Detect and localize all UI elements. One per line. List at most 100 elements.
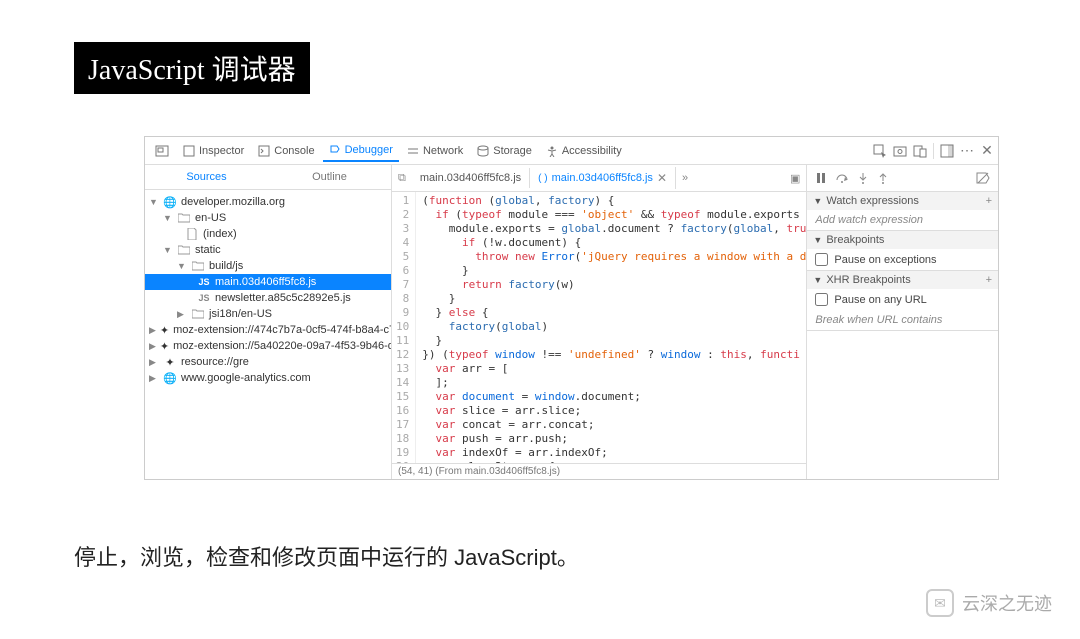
extension-icon: ✦ xyxy=(163,356,177,368)
tree-label: jsi18n/en-US xyxy=(209,308,272,320)
tab-network[interactable]: Network xyxy=(401,141,469,161)
dock-icon[interactable] xyxy=(940,144,954,158)
xhr-header[interactable]: ▼ XHR Breakpoints + xyxy=(807,271,998,289)
xhr-placeholder[interactable]: Break when URL contains xyxy=(807,310,998,330)
tree-file-index[interactable]: (index) xyxy=(145,226,391,242)
step-over-icon[interactable] xyxy=(835,172,849,184)
more-icon[interactable]: ⋯ xyxy=(960,144,974,158)
watch-header[interactable]: ▼ Watch expressions + xyxy=(807,192,998,210)
chevron-down-icon: ▼ xyxy=(813,235,822,245)
tree-label: www.google-analytics.com xyxy=(181,372,311,384)
file-tab-1[interactable]: main.03d406ff5fc8.js xyxy=(412,168,530,188)
step-in-icon[interactable] xyxy=(857,172,869,184)
file-tab-label: main.03d406ff5fc8.js xyxy=(552,172,653,184)
chevron-down-icon: ▼ xyxy=(813,196,822,206)
outline-tab[interactable]: Outline xyxy=(268,165,391,189)
screenshot-icon[interactable] xyxy=(893,144,907,158)
folder-icon xyxy=(177,212,191,224)
breakpoints-label: Breakpoints xyxy=(826,234,884,246)
sources-tree[interactable]: ▼🌐developer.mozilla.org ▼en-US (index) ▼… xyxy=(145,190,391,479)
pause-exceptions-label: Pause on exceptions xyxy=(834,254,936,266)
tree-label: newsletter.a85c5c2892e5.js xyxy=(215,292,351,304)
code-editor[interactable]: 123456789101112131415161718192021222324 … xyxy=(392,192,806,463)
devtools-toolbar: Inspector Console Debugger Network Stora… xyxy=(145,137,998,165)
tab-overflow-icon[interactable]: » xyxy=(676,172,694,184)
tab-console[interactable]: Console xyxy=(252,141,320,161)
tab-network-label: Network xyxy=(423,145,463,157)
tab-debugger[interactable]: Debugger xyxy=(323,140,399,162)
watch-section: ▼ Watch expressions + Add watch expression xyxy=(807,192,998,231)
file-icon xyxy=(185,228,199,240)
code-content[interactable]: (function (global, factory) { if (typeof… xyxy=(416,192,806,463)
file-tab-label: main.03d406ff5fc8.js xyxy=(420,172,521,184)
page-title: JavaScript 调试器 xyxy=(74,42,310,94)
xhr-section: ▼ XHR Breakpoints + Pause on any URL Break… xyxy=(807,271,998,331)
tree-label: (index) xyxy=(203,228,237,240)
pause-url-label: Pause on any URL xyxy=(834,294,926,306)
tree-label: main.03d406ff5fc8.js xyxy=(215,276,316,288)
tab-inspector[interactable]: Inspector xyxy=(177,141,250,161)
sources-pane: Sources Outline ▼🌐developer.mozilla.org … xyxy=(145,165,392,479)
tab-accessibility[interactable]: Accessibility xyxy=(540,141,628,161)
watch-placeholder[interactable]: Add watch expression xyxy=(807,210,998,230)
tree-file-mainjs[interactable]: JS main.03d406ff5fc8.js xyxy=(145,274,391,290)
tab-list-icon[interactable]: ⧉ xyxy=(392,172,412,185)
pause-url-checkbox[interactable] xyxy=(815,293,828,306)
tree-ext2[interactable]: ▶✦moz-extension://5a40220e-09a7-4f53-9b4… xyxy=(145,338,391,354)
tab-console-label: Console xyxy=(274,145,314,157)
wechat-icon: ✉ xyxy=(926,589,954,617)
caption-text: 停止，浏览，检查和修改页面中运行的 JavaScript。 xyxy=(74,540,579,572)
devtools-window: Inspector Console Debugger Network Stora… xyxy=(144,136,999,480)
tree-resource[interactable]: ▶✦resource://gre xyxy=(145,354,391,370)
responsive-icon[interactable] xyxy=(913,144,927,158)
tab-inspector-label: Inspector xyxy=(199,145,244,157)
tree-label: en-US xyxy=(195,212,226,224)
tab-debugger-label: Debugger xyxy=(345,144,393,156)
xhr-label: XHR Breakpoints xyxy=(826,274,910,286)
editor-status: (54, 41) (From main.03d406ff5fc8.js) xyxy=(392,463,806,479)
tree-folder-jsi18n[interactable]: ▶jsi18n/en-US xyxy=(145,306,391,322)
breakpoints-section: ▼ Breakpoints Pause on exceptions xyxy=(807,231,998,271)
js-icon: JS xyxy=(197,292,211,304)
pause-icon[interactable] xyxy=(815,172,827,184)
tree-label: resource://gre xyxy=(181,356,249,368)
tree-folder-enus[interactable]: ▼en-US xyxy=(145,210,391,226)
tree-ext1[interactable]: ▶✦moz-extension://474c7b7a-0cf5-474f-b8a… xyxy=(145,322,391,338)
file-tabs: ⧉ main.03d406ff5fc8.js ( )main.03d406ff5… xyxy=(392,165,806,192)
add-watch-icon[interactable]: + xyxy=(986,195,992,207)
folder-icon xyxy=(177,244,191,256)
breakpoints-header[interactable]: ▼ Breakpoints xyxy=(807,231,998,249)
tab-accessibility-label: Accessibility xyxy=(562,145,622,157)
toggle-pane-icon[interactable]: ▣ xyxy=(784,172,806,185)
extension-icon: ✦ xyxy=(160,340,169,352)
folder-icon xyxy=(191,260,205,272)
close-tab-icon[interactable]: ✕ xyxy=(657,171,667,185)
disable-breakpoints-icon[interactable] xyxy=(976,172,990,184)
tree-label: static xyxy=(195,244,221,256)
tree-folder-buildjs[interactable]: ▼build/js xyxy=(145,258,391,274)
debug-pane: ▼ Watch expressions + Add watch expression… xyxy=(807,165,998,479)
close-icon[interactable]: ✕ xyxy=(980,144,994,158)
folder-icon xyxy=(191,308,205,320)
tree-folder-static[interactable]: ▼static xyxy=(145,242,391,258)
add-xhr-icon[interactable]: + xyxy=(986,274,992,286)
iframe-picker-icon[interactable] xyxy=(149,140,175,162)
watch-label: Watch expressions xyxy=(826,195,919,207)
chevron-down-icon: ▼ xyxy=(813,275,822,285)
pause-exceptions-checkbox[interactable] xyxy=(815,253,828,266)
tree-file-newsletter[interactable]: JS newsletter.a85c5c2892e5.js xyxy=(145,290,391,306)
step-out-icon[interactable] xyxy=(877,172,889,184)
globe-icon: 🌐 xyxy=(163,372,177,384)
run-controls xyxy=(807,165,998,192)
tab-storage[interactable]: Storage xyxy=(471,141,538,161)
watermark: ✉ 云深之无迹 xyxy=(926,589,1052,617)
tree-ga[interactable]: ▶🌐www.google-analytics.com xyxy=(145,370,391,386)
tree-label: moz-extension://474c7b7a-0cf5-474f-b8a4-… xyxy=(173,324,391,336)
editor-pane: ⧉ main.03d406ff5fc8.js ( )main.03d406ff5… xyxy=(392,165,807,479)
sources-tab[interactable]: Sources xyxy=(145,165,268,189)
line-gutter: 123456789101112131415161718192021222324 xyxy=(392,192,416,463)
js-icon: JS xyxy=(197,276,211,288)
tree-root[interactable]: ▼🌐developer.mozilla.org xyxy=(145,194,391,210)
file-tab-2[interactable]: ( )main.03d406ff5fc8.js✕ xyxy=(530,167,676,189)
picker-icon[interactable] xyxy=(873,144,887,158)
